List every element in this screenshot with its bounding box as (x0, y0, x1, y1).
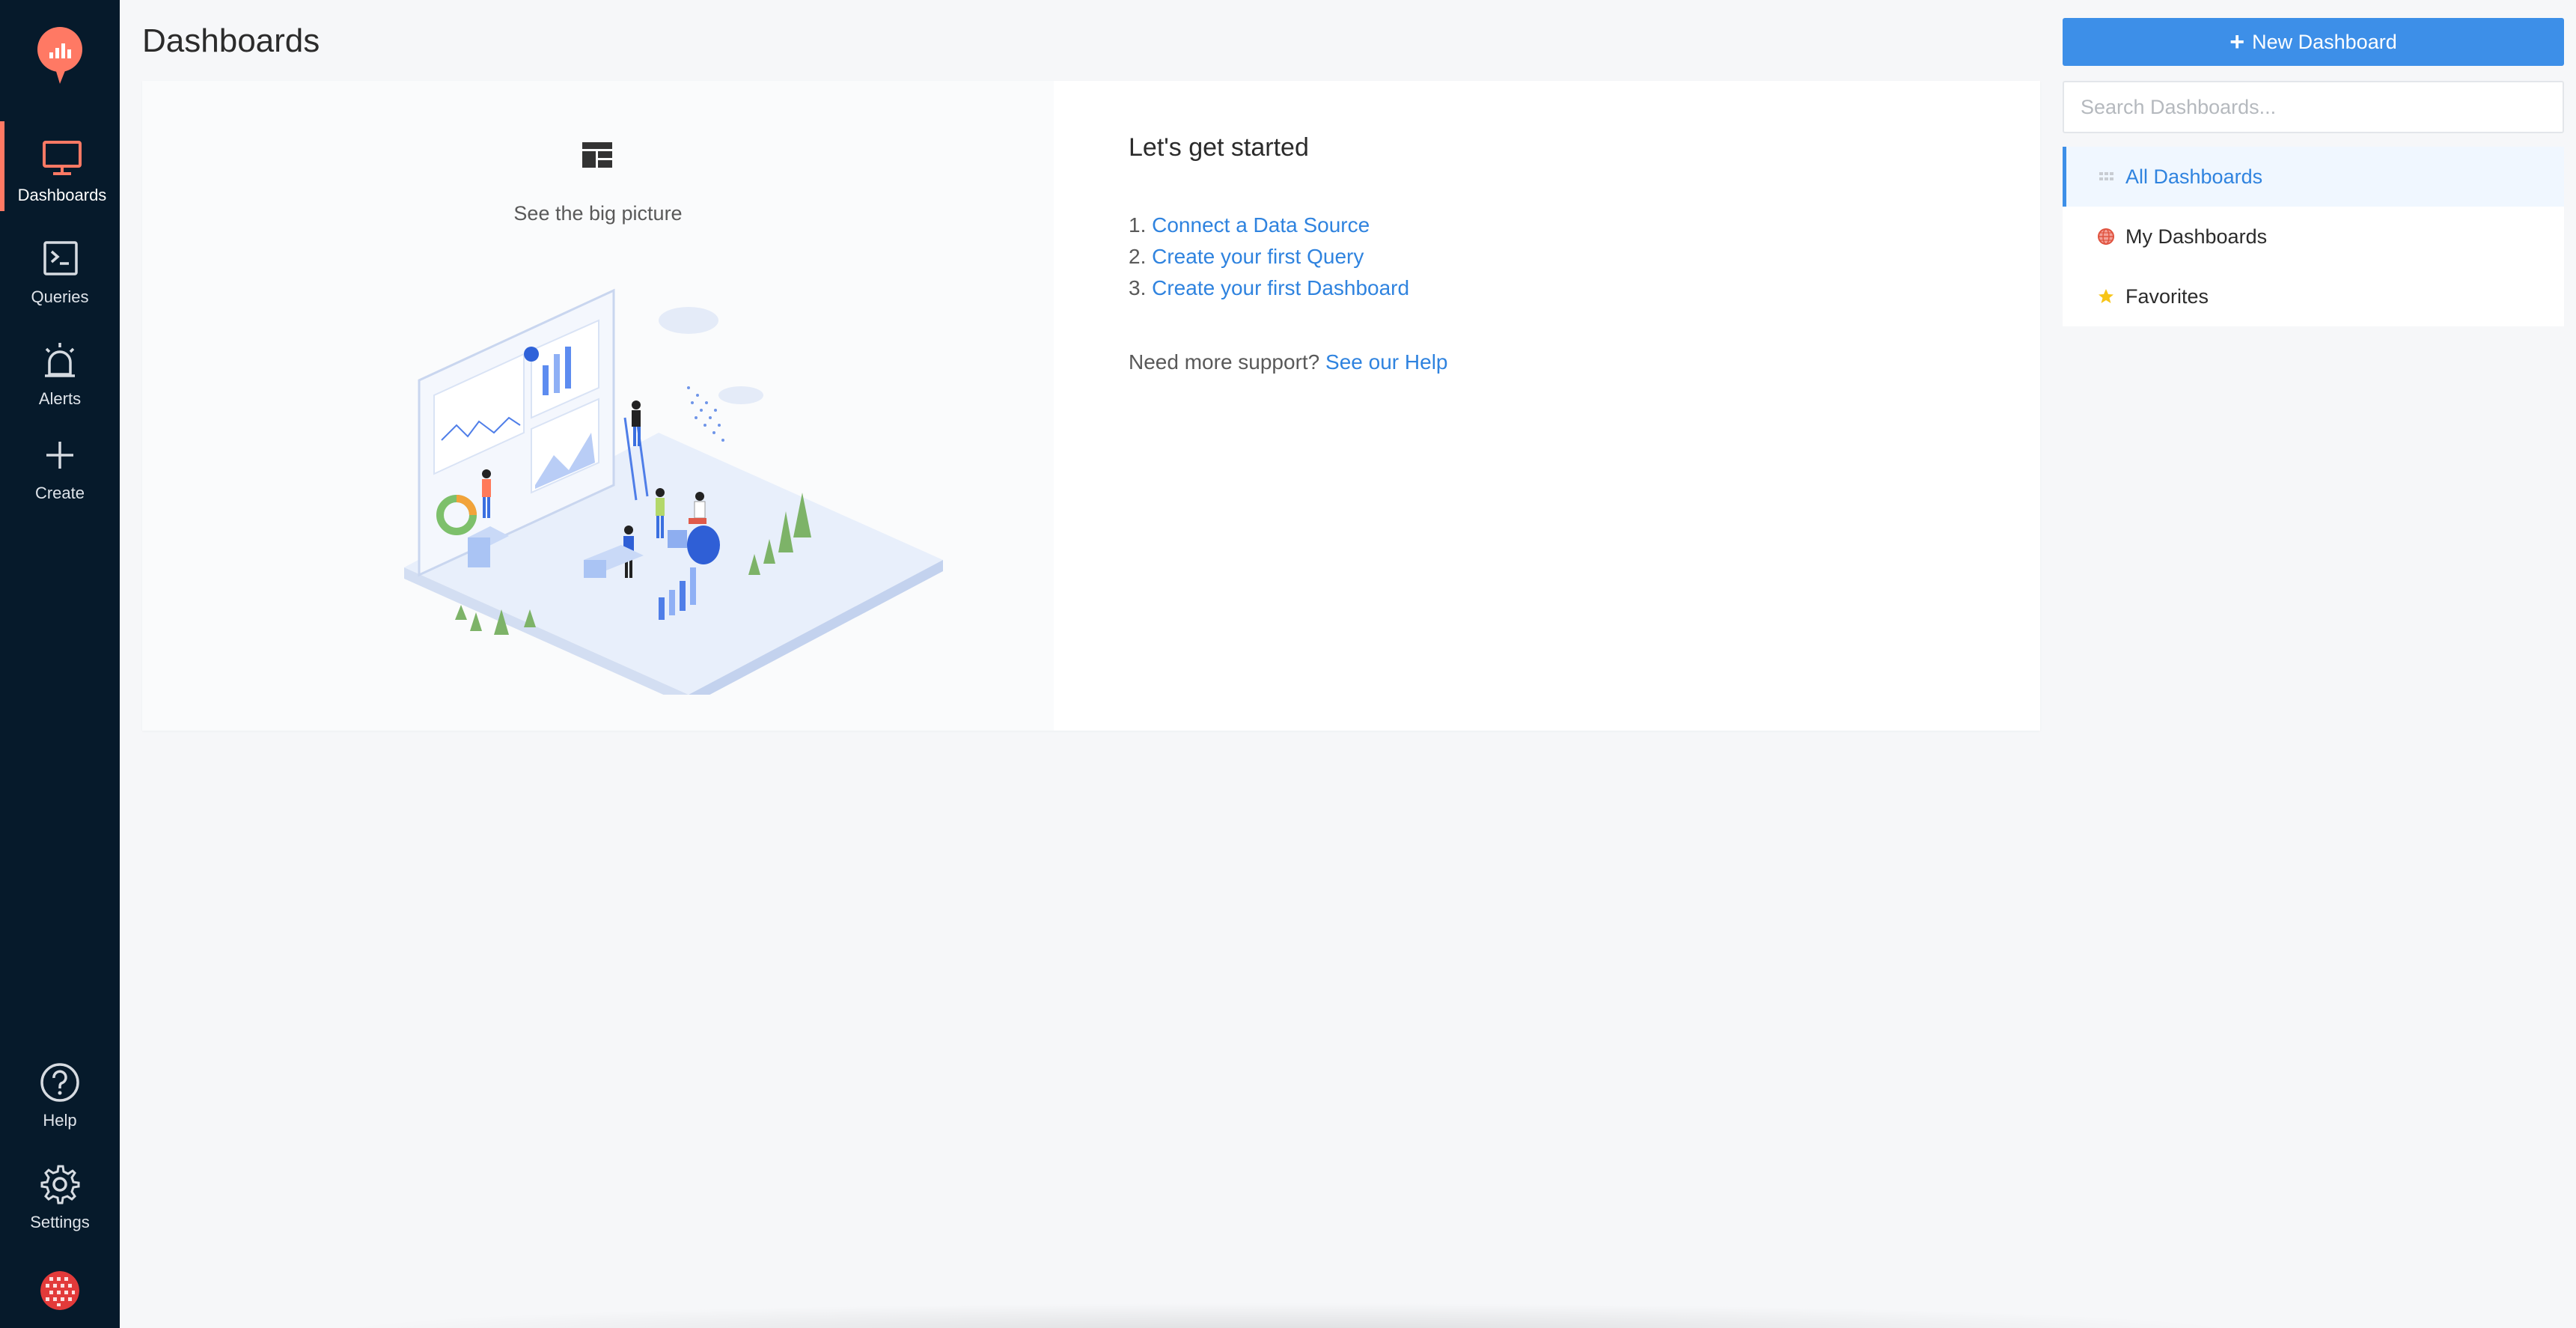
redash-logo[interactable] (33, 25, 87, 85)
help-link[interactable]: See our Help (1325, 350, 1447, 374)
list-item: 2. Create your first Query (1129, 241, 1409, 272)
create-dashboard-link[interactable]: Create your first Dashboard (1152, 276, 1409, 299)
step-number: 3. (1129, 276, 1147, 299)
empty-state-illustration-panel: See the big picture (142, 81, 1054, 731)
sidebar-item-label: Alerts (38, 389, 82, 408)
list-item: 1. Connect a Data Source (1129, 210, 1409, 241)
getting-started-heading: Let's get started (1129, 133, 1309, 162)
support-label: Need more support? (1129, 350, 1320, 374)
support-text: Need more support? See our Help (1129, 350, 1447, 374)
filter-label: Favorites (2125, 284, 2209, 308)
create-query-link[interactable]: Create your first Query (1152, 245, 1364, 268)
new-dashboard-label: New Dashboard (2252, 30, 2397, 53)
connect-data-source-link[interactable]: Connect a Data Source (1152, 213, 1370, 237)
dashboard-layout-icon (582, 142, 612, 168)
sidebar-item-label: Queries (31, 287, 89, 306)
sidebar-item-dashboards[interactable]: Dashboards (0, 121, 120, 211)
monitor-icon (43, 141, 82, 175)
grid-icon (2099, 172, 2113, 180)
empty-state-card: See the big picture Let's get started 1.… (142, 81, 2040, 731)
page-title: Dashboards (142, 22, 320, 59)
sidebar-item-help[interactable]: Help (0, 1047, 120, 1136)
globe-icon (2098, 228, 2114, 245)
analytics-illustration (404, 288, 943, 695)
dashboard-filter-list: All Dashboards My Dashboards Favorites (2063, 147, 2564, 326)
terminal-icon (43, 241, 78, 275)
step-number: 1. (1129, 213, 1147, 237)
bottom-shadow (314, 1303, 2260, 1328)
sidebar-item-label: Create (34, 484, 85, 502)
star-icon (2099, 289, 2113, 303)
question-circle-icon (40, 1063, 79, 1102)
filter-label: All Dashboards (2125, 165, 2263, 188)
list-item: 3. Create your first Dashboard (1129, 272, 1409, 304)
new-dashboard-button[interactable]: + New Dashboard (2063, 18, 2564, 66)
sidebar-item-alerts[interactable]: Alerts (0, 325, 120, 415)
sidebar-item-label: Help (43, 1111, 77, 1130)
sidebar-item-label: Dashboards (17, 186, 107, 204)
getting-started-steps: 1. Connect a Data Source 2. Create your … (1129, 210, 1409, 304)
filter-all-dashboards[interactable]: All Dashboards (2063, 147, 2564, 207)
user-avatar[interactable] (40, 1271, 79, 1310)
sidebar: Dashboards Queries Alerts Create Help Se… (0, 0, 120, 1328)
sidebar-item-create[interactable]: Create (0, 419, 120, 509)
sidebar-item-settings[interactable]: Settings (0, 1148, 120, 1238)
step-number: 2. (1129, 245, 1147, 268)
filter-my-dashboards[interactable]: My Dashboards (2063, 207, 2564, 266)
siren-icon (45, 343, 75, 377)
search-dashboards-input[interactable] (2063, 81, 2564, 133)
filter-label: My Dashboards (2125, 225, 2268, 248)
plus-icon (46, 442, 73, 469)
filter-favorites[interactable]: Favorites (2063, 266, 2564, 326)
sidebar-item-label: Settings (30, 1213, 90, 1231)
empty-state-caption: See the big picture (513, 202, 683, 225)
gear-icon (40, 1165, 80, 1204)
plus-icon: + (2229, 28, 2245, 56)
sidebar-item-queries[interactable]: Queries (0, 223, 120, 313)
